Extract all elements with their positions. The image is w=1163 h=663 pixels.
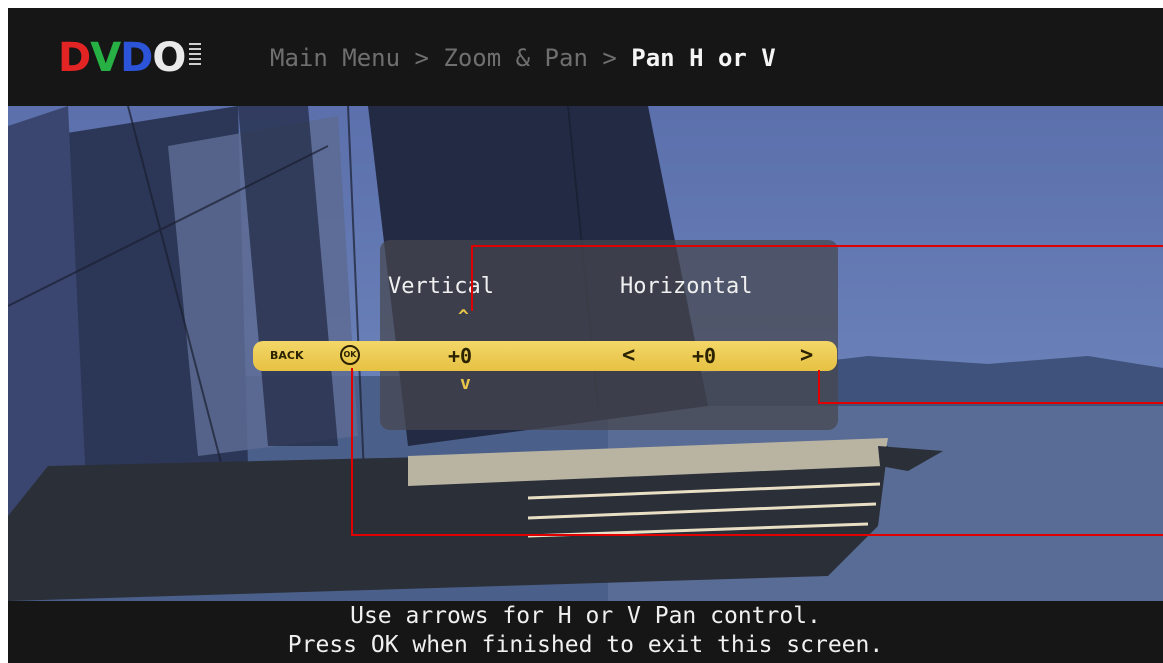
logo-letter-v: V <box>90 35 121 81</box>
osd-screen: DVDO Main Menu > Zoom & Pan > Pan H or V <box>8 8 1163 663</box>
logo-letter-d2: D <box>120 35 153 81</box>
header-bar: DVDO Main Menu > Zoom & Pan > Pan H or V <box>8 8 1163 106</box>
up-arrow-icon[interactable]: ^ <box>458 306 469 327</box>
right-arrow-icon[interactable]: > <box>800 341 813 371</box>
callout-line-horizontal <box>818 402 1163 404</box>
ok-button[interactable]: OK <box>340 345 360 365</box>
instruction-line-2: Press OK when finished to exit this scre… <box>287 632 884 658</box>
breadcrumb: Main Menu > Zoom & Pan > Pan H or V <box>270 44 776 72</box>
down-arrow-icon[interactable]: v <box>460 373 471 394</box>
back-button[interactable]: BACK <box>270 341 304 371</box>
breadcrumb-separator: > <box>400 44 444 72</box>
breadcrumb-main-menu[interactable]: Main Menu <box>270 44 400 72</box>
callout-line-vertical <box>471 245 473 311</box>
callout-line-ok <box>351 368 353 536</box>
dvdo-logo: DVDO <box>58 35 202 81</box>
callout-line-horizontal <box>818 370 820 404</box>
breadcrumb-current: Pan H or V <box>631 44 776 72</box>
vertical-label: Vertical <box>388 274 494 299</box>
vertical-value: +0 <box>448 344 473 368</box>
callout-line-vertical <box>471 245 1163 247</box>
breadcrumb-separator: > <box>587 44 632 72</box>
footer-instructions: Use arrows for H or V Pan control. Press… <box>8 601 1163 663</box>
logo-mark-icon <box>189 43 202 65</box>
logo-letter-d: D <box>58 35 91 81</box>
left-arrow-icon[interactable]: < <box>622 341 635 371</box>
breadcrumb-zoom-pan[interactable]: Zoom & Pan <box>443 44 588 72</box>
pan-control-panel <box>380 240 838 430</box>
instruction-line-1: Use arrows for H or V Pan control. <box>350 603 821 629</box>
callout-line-ok <box>351 534 1163 536</box>
logo-letter-o: O <box>152 35 186 81</box>
horizontal-value: +0 <box>692 344 717 368</box>
horizontal-label: Horizontal <box>620 274 753 299</box>
